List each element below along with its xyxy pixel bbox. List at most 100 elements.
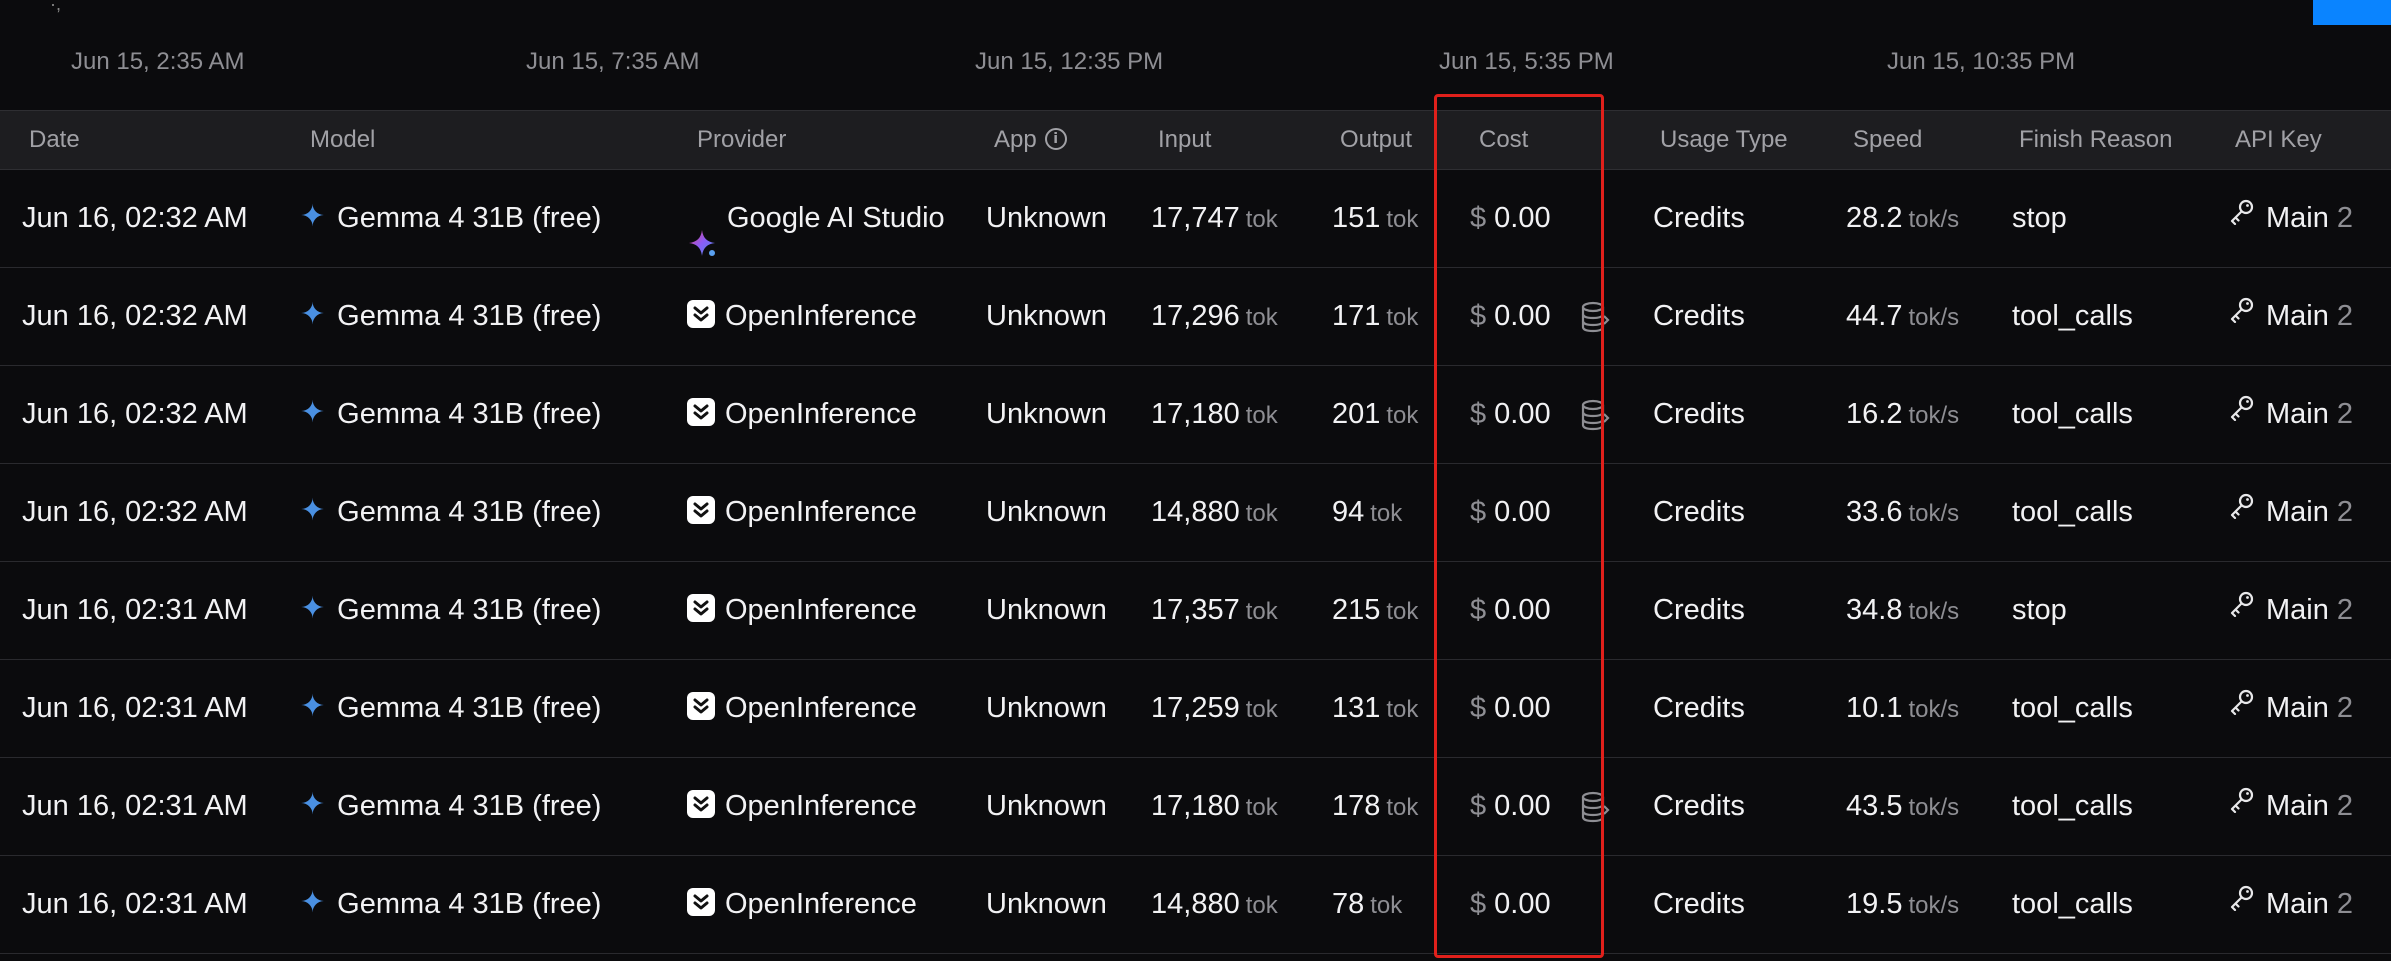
token-unit: tok xyxy=(1245,794,1278,821)
currency-symbol: $ xyxy=(1470,300,1487,332)
output-tokens: 131 xyxy=(1332,692,1381,724)
token-unit: tok xyxy=(1245,892,1278,919)
date-cell: Jun 16, 02:31 AM xyxy=(22,594,248,626)
api-key-name: Main xyxy=(2266,692,2329,724)
truncated-mark: ·, xyxy=(50,0,61,14)
api-key-count: 2 xyxy=(2336,300,2353,332)
table-row[interactable]: Jun 16, 02:32 AM ✦ Gemma 4 31B (free) Googl… xyxy=(0,170,2391,268)
timeline-tick-label: Jun 15, 5:35 PM xyxy=(1439,48,1614,75)
column-header-finish-reason[interactable]: Finish Reason xyxy=(2019,111,2172,169)
table-row[interactable]: Jun 16, 02:31 AM ✦ Gemma 4 31B (free) OpenI… xyxy=(0,660,2391,758)
api-key-cell[interactable]: Main 2 xyxy=(2228,660,2353,757)
model-cell[interactable]: ✦ Gemma 4 31B (free) xyxy=(300,366,601,463)
cost-value: 0.00 xyxy=(1494,790,1551,822)
provider-cell[interactable]: OpenInference xyxy=(687,758,917,855)
column-header-usage-type[interactable]: Usage Type xyxy=(1660,111,1788,169)
cost-cell: $0.00 xyxy=(1470,856,1551,953)
column-header-provider[interactable]: Provider xyxy=(697,111,786,169)
provider-cell[interactable]: OpenInference xyxy=(687,464,917,561)
database-icon[interactable] xyxy=(1580,758,1610,855)
cost-cell: $0.00 xyxy=(1470,464,1551,561)
api-key-cell[interactable]: Main 2 xyxy=(2228,464,2353,561)
cost-value: 0.00 xyxy=(1494,888,1551,920)
usage-type-cell: Credits xyxy=(1653,496,1745,528)
app-cell: Unknown xyxy=(986,692,1107,724)
api-key-cell[interactable]: Main 2 xyxy=(2228,366,2353,463)
column-header-speed[interactable]: Speed xyxy=(1853,111,1922,169)
input-cell: 17,357 tok xyxy=(1151,562,1278,659)
model-name: Gemma 4 31B (free) xyxy=(337,496,602,528)
database-icon[interactable] xyxy=(1580,366,1610,463)
model-cell[interactable]: ✦ Gemma 4 31B (free) xyxy=(300,758,601,855)
table-row[interactable]: Jun 16, 02:32 AM ✦ Gemma 4 31B (free) OpenI… xyxy=(0,268,2391,366)
api-key-name: Main xyxy=(2266,398,2329,430)
model-cell[interactable]: ✦ Gemma 4 31B (free) xyxy=(300,170,601,267)
table-row[interactable]: Jun 16, 02:31 AM ✦ Gemma 4 31B (free) OpenI… xyxy=(0,758,2391,856)
output-cell: 178 tok xyxy=(1332,758,1418,855)
provider-cell[interactable]: OpenInference xyxy=(687,856,917,953)
model-cell[interactable]: ✦ Gemma 4 31B (free) xyxy=(300,464,601,561)
speed-cell: 28.2 tok/s xyxy=(1846,170,1959,267)
timeline-tick-label: Jun 15, 7:35 AM xyxy=(526,48,700,75)
model-cell[interactable]: ✦ Gemma 4 31B (free) xyxy=(300,562,601,659)
provider-cell[interactable]: OpenInference xyxy=(687,562,917,659)
speed-value: 28.2 xyxy=(1846,202,1903,234)
column-header-api-key[interactable]: API Key xyxy=(2235,111,2322,169)
api-key-cell[interactable]: Main 2 xyxy=(2228,268,2353,365)
model-cell[interactable]: ✦ Gemma 4 31B (free) xyxy=(300,856,601,953)
api-key-count: 2 xyxy=(2336,790,2353,822)
token-unit: tok xyxy=(1245,696,1278,723)
api-key-name: Main xyxy=(2266,888,2329,920)
table-row[interactable]: Jun 16, 02:31 AM ✦ Gemma 4 31B (free) OpenI… xyxy=(0,562,2391,660)
speed-unit: tok/s xyxy=(1908,892,1960,919)
api-key-cell[interactable]: Main 2 xyxy=(2228,856,2353,953)
provider-cell[interactable]: OpenInference xyxy=(687,268,917,365)
api-key-cell[interactable]: Main 2 xyxy=(2228,562,2353,659)
provider-cell[interactable]: OpenInference xyxy=(687,366,917,463)
key-icon xyxy=(2228,854,2256,951)
database-icon[interactable] xyxy=(1580,268,1610,365)
output-tokens: 151 xyxy=(1332,202,1381,234)
column-header-output[interactable]: Output xyxy=(1340,111,1412,169)
api-key-cell[interactable]: Main 2 xyxy=(2228,758,2353,855)
finish-reason-cell: tool_calls xyxy=(2012,790,2133,822)
speed-cell: 19.5 tok/s xyxy=(1846,856,1959,953)
token-unit: tok xyxy=(1386,794,1419,821)
column-header-app[interactable]: App i xyxy=(994,111,1067,169)
token-unit: tok xyxy=(1245,500,1278,527)
date-cell: Jun 16, 02:31 AM xyxy=(22,692,248,724)
column-header-date[interactable]: Date xyxy=(29,111,80,169)
speed-unit: tok/s xyxy=(1908,794,1960,821)
usage-type-cell: Credits xyxy=(1653,202,1745,234)
app-cell: Unknown xyxy=(986,888,1107,920)
info-icon[interactable]: i xyxy=(1044,127,1067,150)
provider-cell[interactable]: Google AI Studio xyxy=(687,170,945,267)
app-cell: Unknown xyxy=(986,202,1107,234)
google-ai-studio-icon xyxy=(687,201,717,257)
provider-cell[interactable]: OpenInference xyxy=(687,660,917,757)
table-row[interactable]: Jun 16, 02:32 AM ✦ Gemma 4 31B (free) OpenI… xyxy=(0,366,2391,464)
currency-symbol: $ xyxy=(1470,790,1487,822)
column-header-cost[interactable]: Cost xyxy=(1479,111,1528,169)
output-tokens: 178 xyxy=(1332,790,1381,822)
model-cell[interactable]: ✦ Gemma 4 31B (free) xyxy=(300,268,601,365)
table-row[interactable]: Jun 16, 02:32 AM ✦ Gemma 4 31B (free) OpenI… xyxy=(0,464,2391,562)
openinference-icon xyxy=(687,790,715,819)
action-button[interactable] xyxy=(2313,0,2391,25)
api-key-count: 2 xyxy=(2336,888,2353,920)
openinference-icon xyxy=(687,300,715,329)
timeline-axis: ·, Jun 15, 2:35 AM Jun 15, 7:35 AM Jun 1… xyxy=(0,0,2391,110)
column-header-model[interactable]: Model xyxy=(310,111,375,169)
model-cell[interactable]: ✦ Gemma 4 31B (free) xyxy=(300,660,601,757)
token-unit: tok xyxy=(1245,206,1278,233)
api-key-name: Main xyxy=(2266,496,2329,528)
model-name: Gemma 4 31B (free) xyxy=(337,202,602,234)
openinference-icon xyxy=(687,594,715,623)
provider-name: Google AI Studio xyxy=(727,202,945,234)
model-name: Gemma 4 31B (free) xyxy=(337,790,602,822)
table-row[interactable]: Jun 16, 02:31 AM ✦ Gemma 4 31B (free) OpenI… xyxy=(0,856,2391,954)
cost-value: 0.00 xyxy=(1494,496,1551,528)
token-unit: tok xyxy=(1370,892,1403,919)
api-key-cell[interactable]: Main 2 xyxy=(2228,170,2353,267)
column-header-input[interactable]: Input xyxy=(1158,111,1211,169)
